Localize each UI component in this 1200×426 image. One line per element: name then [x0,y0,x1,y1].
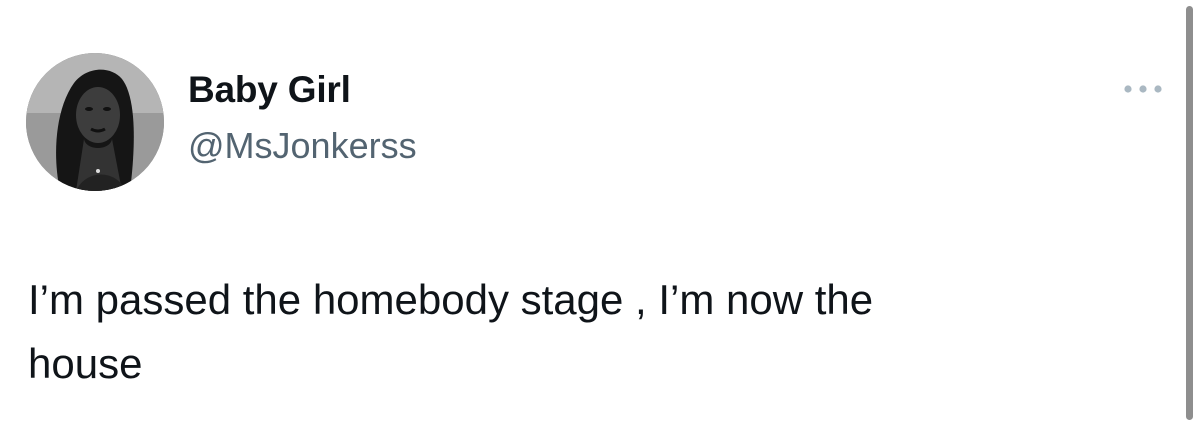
avatar[interactable] [26,53,164,191]
tweet-text: I’m passed the homebody stage , I’m now … [28,276,874,387]
scrollbar[interactable] [1184,0,1200,426]
user-handle[interactable]: @MsJonkerss [188,124,417,168]
more-options-button[interactable] [1116,72,1170,106]
scrollbar-thumb[interactable] [1186,6,1193,420]
more-horizontal-icon [1124,85,1162,93]
tweet-card: Baby Girl @MsJonkerss I’m passed the hom… [0,0,1200,426]
profile-photo-icon [26,53,164,191]
display-name[interactable]: Baby Girl [188,68,351,112]
